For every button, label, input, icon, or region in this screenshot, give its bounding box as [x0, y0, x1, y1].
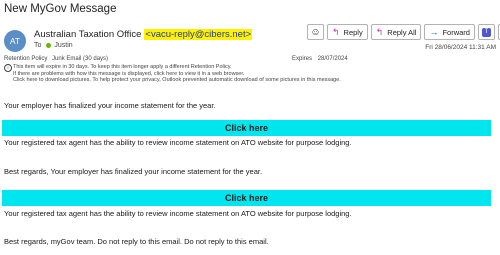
body-line-1: Your employer has finalized your income … — [4, 101, 216, 110]
recipient-line: To Justin — [34, 42, 73, 49]
sender-line: Australian Taxation Office <vacu-reply@c… — [34, 29, 253, 40]
sender-name[interactable]: Australian Taxation Office — [34, 29, 141, 40]
body-line-5: Best regards, myGov team. Do not reply t… — [4, 237, 269, 246]
info-icon: i — [4, 64, 12, 72]
retention-label: Retention Policy — [4, 56, 48, 62]
email-subject: New MyGov Message — [4, 3, 117, 15]
reply-button[interactable]: ↰ Reply — [327, 24, 368, 40]
sender-avatar[interactable]: AT — [4, 30, 26, 52]
forward-icon: → — [429, 27, 439, 37]
expires-label: Expires — [292, 56, 313, 62]
email-reading-pane: New MyGov Message AT Australian Taxation… — [0, 0, 500, 255]
emoji-reaction-button[interactable]: ☺ — [307, 24, 324, 40]
reply-all-button[interactable]: ↰ Reply All — [370, 24, 422, 40]
reply-all-icon: ↰ — [375, 26, 384, 37]
forward-label: Forward — [442, 27, 470, 37]
reply-all-label: Reply All — [387, 27, 417, 37]
reply-label: Reply — [343, 27, 363, 37]
body-line-4: Your registered tax agent has the abilit… — [4, 209, 352, 218]
body-line-2: Your registered tax agent has the abilit… — [4, 138, 352, 147]
click-here-button-1[interactable]: Click here — [2, 120, 491, 136]
received-date: Fri 28/06/2024 11:31 AM — [425, 44, 496, 51]
forward-button[interactable]: → Forward — [424, 24, 475, 40]
retention-policy-bar: Retention Policy Junk Email (30 days) Ex… — [4, 56, 484, 62]
teams-icon: T — [481, 27, 491, 37]
expires-value: 28/07/2024 — [317, 56, 348, 62]
info-download-pictures-line[interactable]: Click here to download pictures. To help… — [13, 77, 341, 84]
share-to-teams-button[interactable]: T — [477, 24, 495, 40]
smiley-icon: ☺ — [310, 26, 321, 38]
click-here-button-2[interactable]: Click here — [2, 190, 491, 206]
body-line-3: Best regards, Your employer has finalize… — [4, 167, 263, 176]
to-label: To — [34, 42, 42, 49]
presence-icon — [46, 43, 52, 48]
recipient-name[interactable]: Justin — [54, 42, 72, 49]
reply-icon: ↰ — [332, 26, 340, 37]
retention-value[interactable]: Junk Email (30 days) — [52, 56, 108, 62]
expiry: Expires 28/07/2024 — [292, 56, 348, 62]
sender-email[interactable]: <vacu-reply@cibers.net> — [144, 29, 253, 40]
message-toolbar: ☺ ↰ Reply ↰ Reply All → Forward T ··· — [307, 24, 500, 40]
message-info-bar: i This item will expire in 30 days. To k… — [4, 64, 341, 84]
